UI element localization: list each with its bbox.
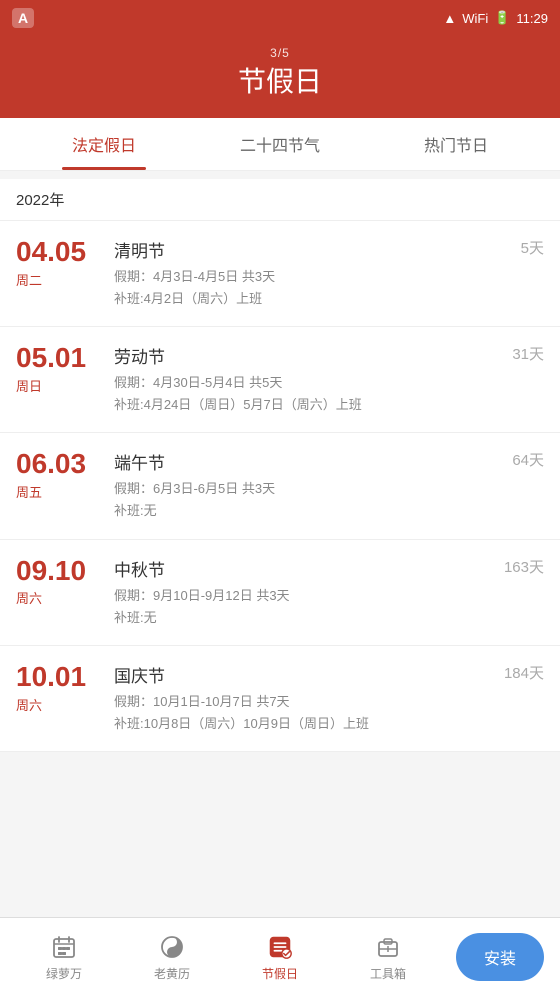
holiday-detail2-2: 补班:无	[114, 500, 494, 522]
holiday-info-qingming: 清明节 假期：4月3日-4月5日 共3天 补班:4月2日（周六）上班	[106, 237, 494, 310]
yin-yang-icon	[158, 933, 186, 961]
battery-icon: 🔋	[494, 10, 510, 26]
install-button[interactable]: 安装	[456, 933, 544, 981]
nav-item-holiday[interactable]: 节假日	[226, 933, 334, 982]
holiday-info-laodong: 劳动节 假期：4月30日-5月4日 共5天 补班:4月24日（周日）5月7日（周…	[106, 343, 494, 416]
holiday-item-duanwu: 06.03 周五 端午节 假期：6月3日-6月5日 共3天 补班:无 64天	[0, 433, 560, 539]
holiday-days-0: 5天	[494, 237, 544, 258]
nav-label-holiday: 节假日	[262, 965, 298, 982]
holiday-list: 04.05 周二 清明节 假期：4月3日-4月5日 共3天 补班:4月2日（周六…	[0, 221, 560, 752]
holiday-info-zhongqiu: 中秋节 假期：9月10日-9月12日 共3天 补班:无	[106, 556, 494, 629]
holiday-detail1-3: 假期：9月10日-9月12日 共3天	[114, 585, 494, 607]
tab-legal-holiday[interactable]: 法定假日	[52, 118, 156, 170]
signal-icon: ▲	[443, 11, 456, 26]
holiday-name-3: 中秋节	[114, 556, 494, 581]
calendar-icon	[50, 933, 78, 961]
holiday-days-2: 64天	[494, 449, 544, 470]
holiday-date-0501: 05.01 周日	[16, 343, 106, 395]
holiday-info-guoqing: 国庆节 假期：10月1日-10月7日 共7天 补班:10月8日（周六）10月9日…	[106, 662, 494, 735]
holiday-detail1-0: 假期：4月3日-4月5日 共3天	[114, 266, 494, 288]
tab-bar: 法定假日 二十四节气 热门节日	[0, 118, 560, 171]
holiday-detail1-2: 假期：6月3日-6月5日 共3天	[114, 478, 494, 500]
holiday-name-0: 清明节	[114, 237, 494, 262]
holiday-info-duanwu: 端午节 假期：6月3日-6月5日 共3天 补班:无	[106, 449, 494, 522]
nav-item-calendar[interactable]: 绿萝万	[10, 933, 118, 982]
toolbox-icon	[374, 933, 402, 961]
holiday-name-4: 国庆节	[114, 662, 494, 687]
bottom-nav: 绿萝万 老黄历 节假日	[0, 917, 560, 997]
time-display: 11:29	[516, 11, 548, 26]
holiday-days-4: 184天	[494, 662, 544, 683]
header-badge: 3/5	[0, 46, 560, 60]
holiday-date-0910: 09.10 周六	[16, 556, 106, 608]
status-bar: A ▲ WiFi 🔋 11:29	[0, 0, 560, 36]
nav-item-toolbox[interactable]: 工具箱	[334, 933, 442, 982]
nav-label-toolbox: 工具箱	[370, 965, 406, 982]
date-num-0603: 06.03	[16, 449, 106, 480]
wifi-icon: WiFi	[462, 11, 488, 26]
date-day-0405: 周二	[16, 270, 106, 289]
app-label: A	[12, 8, 34, 28]
holiday-detail2-4: 补班:10月8日（周六）10月9日（周日）上班	[114, 713, 494, 735]
holiday-name-2: 端午节	[114, 449, 494, 474]
holiday-detail1-4: 假期：10月1日-10月7日 共7天	[114, 691, 494, 713]
year-label: 2022年	[0, 179, 560, 221]
date-num-0501: 05.01	[16, 343, 106, 374]
date-day-0603: 周五	[16, 482, 106, 501]
date-num-1001: 10.01	[16, 662, 106, 693]
nav-item-almanac[interactable]: 老黄历	[118, 933, 226, 982]
tab-popular-holiday[interactable]: 热门节日	[404, 118, 508, 170]
holiday-name-1: 劳动节	[114, 343, 494, 368]
nav-label-calendar: 绿萝万	[46, 965, 82, 982]
app-header: 3/5 节假日	[0, 36, 560, 118]
holiday-item-laodong: 05.01 周日 劳动节 假期：4月30日-5月4日 共5天 补班:4月24日（…	[0, 327, 560, 433]
holiday-date-0603: 06.03 周五	[16, 449, 106, 501]
holiday-detail2-0: 补班:4月2日（周六）上班	[114, 288, 494, 310]
date-day-0910: 周六	[16, 588, 106, 607]
holiday-item-guoqing: 10.01 周六 国庆节 假期：10月1日-10月7日 共7天 补班:10月8日…	[0, 646, 560, 752]
date-num-0910: 09.10	[16, 556, 106, 587]
date-day-0501: 周日	[16, 376, 106, 395]
holiday-detail2-3: 补班:无	[114, 607, 494, 629]
checklist-icon	[266, 933, 294, 961]
holiday-days-3: 163天	[494, 556, 544, 577]
holiday-item-qingming: 04.05 周二 清明节 假期：4月3日-4月5日 共3天 补班:4月2日（周六…	[0, 221, 560, 327]
holiday-days-1: 31天	[494, 343, 544, 364]
date-num-0405: 04.05	[16, 237, 106, 268]
status-right: ▲ WiFi 🔋 11:29	[443, 10, 548, 26]
holiday-detail1-1: 假期：4月30日-5月4日 共5天	[114, 372, 494, 394]
holiday-date-0404: 04.05 周二	[16, 237, 106, 289]
date-day-1001: 周六	[16, 695, 106, 714]
header-title: 节假日	[0, 60, 560, 100]
nav-label-almanac: 老黄历	[154, 965, 190, 982]
holiday-date-1001: 10.01 周六	[16, 662, 106, 714]
holiday-item-zhongqiu: 09.10 周六 中秋节 假期：9月10日-9月12日 共3天 补班:无 163…	[0, 540, 560, 646]
holiday-detail2-1: 补班:4月24日（周日）5月7日（周六）上班	[114, 394, 494, 416]
tab-solar-terms[interactable]: 二十四节气	[220, 118, 340, 170]
